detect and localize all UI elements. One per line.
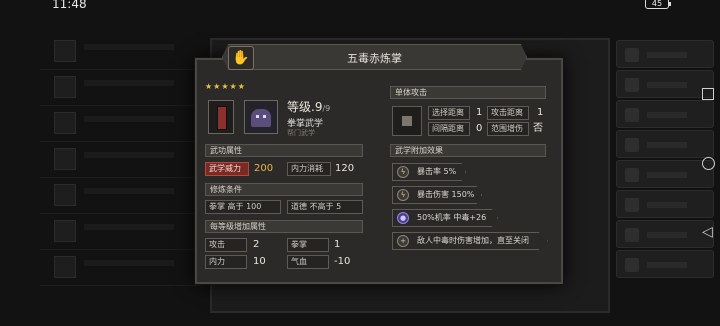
- side-menu-button[interactable]: [616, 40, 714, 68]
- list-item: [40, 142, 200, 178]
- bonus-fist-label: 拳掌: [287, 238, 329, 252]
- level-display: 等级.9/9: [287, 98, 330, 115]
- aoe-label: 范围增伤: [487, 122, 529, 136]
- side-menu-button[interactable]: [616, 70, 714, 98]
- level-bonus-label: 每等级增加属性: [205, 220, 363, 233]
- back-icon[interactable]: ◁: [702, 224, 713, 240]
- power-label: 武学威力: [205, 162, 249, 176]
- select-range-label: 选择距离: [428, 106, 470, 120]
- side-menu-button[interactable]: [616, 100, 714, 128]
- side-menu-button[interactable]: [616, 220, 714, 248]
- level-value: .9: [311, 100, 323, 114]
- bonus-inner-value: 10: [253, 256, 266, 267]
- attack-range-value: 1: [537, 107, 544, 118]
- inner-cost-label: 内力消耗: [287, 162, 331, 176]
- bonus-attack-value: 2: [253, 239, 260, 250]
- star-rating: ★★★★★: [205, 82, 246, 91]
- effect-text: 50%机率 中毒+26: [417, 213, 487, 222]
- skill-sect: 帮门武学: [287, 129, 315, 137]
- poison-icon: ●: [397, 212, 409, 224]
- recent-apps-icon[interactable]: [702, 88, 714, 100]
- clock: 11:48: [52, 0, 87, 11]
- requirement-1: 拳掌 高于 100: [205, 200, 281, 214]
- modal-header: 五毒赤炼掌: [222, 44, 527, 70]
- side-menu-button[interactable]: [616, 190, 714, 218]
- list-item: [40, 106, 200, 142]
- list-item: [40, 178, 200, 214]
- palm-icon: ✋: [228, 46, 254, 70]
- effect-crit-rate: ϟ 暴击率 5%: [392, 163, 466, 181]
- effect-poison: ● 50%机率 中毒+26: [392, 209, 498, 227]
- side-menu-button[interactable]: [616, 130, 714, 158]
- side-menu-button[interactable]: [616, 160, 714, 188]
- select-range-value: 1: [476, 107, 483, 118]
- effect-text: 敌人中毒时伤害增加，直至关闭: [417, 236, 529, 245]
- list-item: [40, 34, 200, 70]
- skill-avatar-icon: [244, 100, 278, 134]
- battery-icon: 45: [645, 0, 671, 9]
- effect-text: 暴击伤害 150%: [417, 190, 475, 199]
- list-item: [40, 250, 200, 286]
- bonus-fist-value: 1: [334, 239, 341, 250]
- skill-title: 五毒赤炼掌: [347, 52, 402, 65]
- martial-stats-label: 武功属性: [205, 144, 363, 157]
- lightning-icon: ϟ: [397, 166, 409, 178]
- home-icon[interactable]: [702, 157, 715, 170]
- level-max: /9: [322, 104, 331, 113]
- interval-value: 0: [476, 123, 483, 134]
- list-item: [40, 214, 200, 250]
- requirement-2: 道德 不高于 5: [287, 200, 363, 214]
- side-menu-button[interactable]: [616, 250, 714, 278]
- effect-crit-damage: ϟ 暴击伤害 150%: [392, 186, 482, 204]
- requirements-label: 修炼条件: [205, 183, 363, 196]
- interval-label: 间隔距离: [428, 122, 470, 136]
- skill-scroll-icon: [208, 100, 234, 134]
- bonus-qixue-label: 气血: [287, 255, 329, 269]
- attack-range-icon: [392, 106, 422, 136]
- attack-range-label: 攻击距离: [487, 106, 529, 120]
- inner-cost-value: 120: [335, 163, 355, 174]
- attack-type-label: 单体攻击: [390, 86, 546, 99]
- aoe-value: 否: [533, 123, 543, 134]
- effects-label: 武学附加效果: [390, 144, 546, 157]
- power-value: 200: [254, 163, 274, 174]
- effect-poison-bonus: + 敌人中毒时伤害增加，直至关闭: [392, 232, 548, 250]
- list-item: [40, 70, 200, 106]
- lightning-icon: ϟ: [397, 189, 409, 201]
- plus-icon: +: [397, 235, 409, 247]
- level-label: 等级: [287, 100, 312, 114]
- effect-text: 暴击率 5%: [417, 167, 457, 176]
- status-bar: 11:48 45: [0, 0, 720, 14]
- bonus-inner-label: 内力: [205, 255, 247, 269]
- bonus-attack-label: 攻击: [205, 238, 247, 252]
- bonus-qixue-value: -10: [334, 256, 351, 267]
